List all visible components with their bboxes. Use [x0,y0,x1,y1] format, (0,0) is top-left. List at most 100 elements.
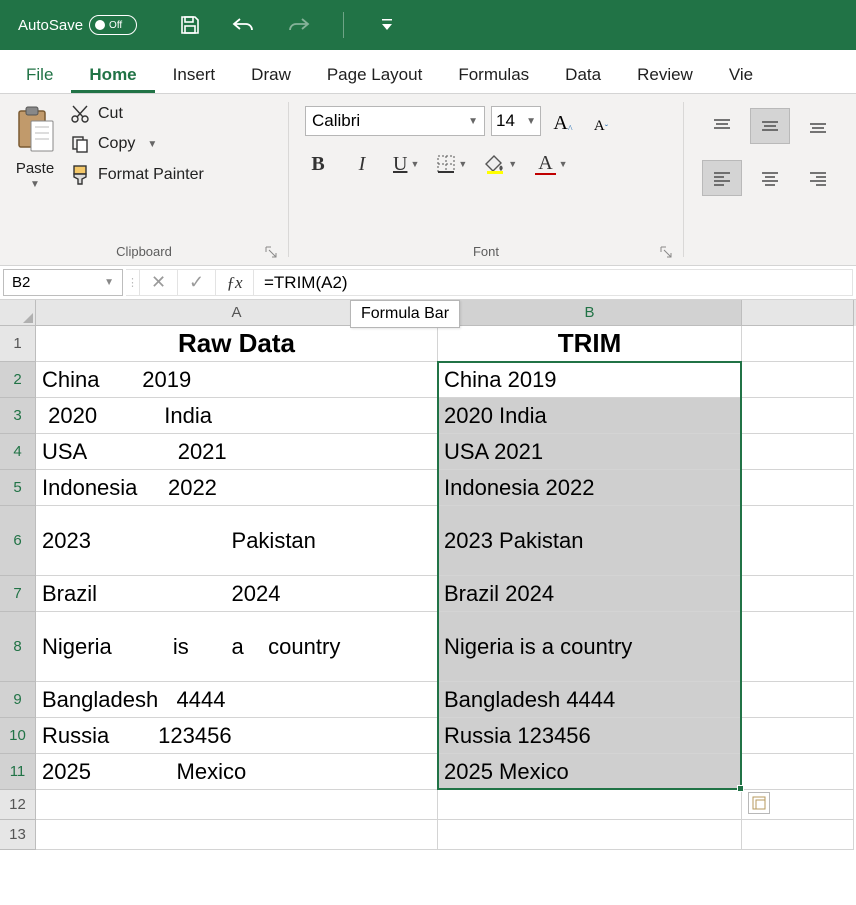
tab-draw[interactable]: Draw [233,55,309,93]
tab-file[interactable]: File [8,55,71,93]
cell[interactable] [742,434,854,470]
row-header[interactable]: 7 [0,576,36,612]
underline-button[interactable]: U▼ [393,150,419,178]
select-all-corner[interactable] [0,300,36,326]
cell[interactable]: 2023 Pakistan [438,506,742,576]
save-icon[interactable] [177,12,203,38]
cell[interactable]: Raw Data [36,326,438,362]
cell[interactable] [36,790,438,820]
cell[interactable]: USA 2021 [36,434,438,470]
bold-button[interactable]: B [305,150,331,178]
cell[interactable] [36,820,438,850]
font-launcher-icon[interactable] [659,245,673,259]
row-header[interactable]: 13 [0,820,36,850]
cell[interactable] [742,682,854,718]
cancel-icon[interactable]: ✕ [140,270,178,295]
align-top-button[interactable] [702,108,742,144]
tab-insert[interactable]: Insert [155,55,234,93]
cell[interactable]: USA 2021 [438,434,742,470]
align-center-button[interactable] [750,160,790,196]
redo-icon[interactable] [285,12,311,38]
cell[interactable]: Russia 123456 [438,718,742,754]
row-header[interactable]: 1 [0,326,36,362]
name-box[interactable]: B2 ▼ [3,269,123,296]
fx-icon[interactable]: ƒx [216,270,254,295]
tab-view[interactable]: Vie [711,55,771,93]
align-left-button[interactable] [702,160,742,196]
tab-home[interactable]: Home [71,55,154,93]
cell[interactable] [742,398,854,434]
row-header[interactable]: 9 [0,682,36,718]
cell[interactable] [742,326,854,362]
clipboard-launcher-icon[interactable] [264,245,278,259]
cell[interactable]: Bangladesh 4444 [438,682,742,718]
qat-customize-icon[interactable] [382,19,392,31]
cell[interactable] [742,470,854,506]
copy-dropdown-icon[interactable]: ▼ [147,139,157,150]
cell[interactable] [438,790,742,820]
cell[interactable] [742,576,854,612]
cell[interactable]: Nigeria is a country [438,612,742,682]
cell[interactable]: 2023 Pakistan [36,506,438,576]
cell[interactable] [742,612,854,682]
cell[interactable]: Brazil 2024 [36,576,438,612]
smart-tag-icon[interactable] [748,792,770,814]
paste-button[interactable]: Paste ▼ [8,100,66,240]
col-header-c[interactable] [742,300,854,326]
align-right-button[interactable] [798,160,838,196]
align-middle-button[interactable] [750,108,790,144]
cell[interactable]: Bangladesh 4444 [36,682,438,718]
tab-review[interactable]: Review [619,55,711,93]
cell[interactable]: Indonesia 2022 [36,470,438,506]
row-header[interactable]: 3 [0,398,36,434]
toggle-switch[interactable]: Off [89,15,137,35]
cell[interactable]: 2020 India [36,398,438,434]
decrease-font-button[interactable]: Aˇ [585,107,617,135]
row-header[interactable]: 5 [0,470,36,506]
fill-color-button[interactable]: ▼ [485,150,517,178]
row-header[interactable]: 6 [0,506,36,576]
formula-input[interactable]: =TRIM(A2) Formula Bar [254,269,853,296]
cell[interactable]: Nigeria is a country [36,612,438,682]
copy-button[interactable]: Copy ▼ [70,134,204,154]
cell[interactable]: 2025 Mexico [36,754,438,790]
italic-button[interactable]: I [349,150,375,178]
cell[interactable]: Brazil 2024 [438,576,742,612]
cut-button[interactable]: Cut [70,104,204,124]
align-bottom-button[interactable] [798,108,838,144]
cell[interactable]: China 2019 [438,362,742,398]
cell[interactable] [742,718,854,754]
cell[interactable] [742,362,854,398]
cell[interactable] [742,754,854,790]
paste-dropdown-icon[interactable]: ▼ [30,179,40,190]
row-header[interactable]: 10 [0,718,36,754]
cell[interactable]: TRIM [438,326,742,362]
font-size-select[interactable]: 14 ▼ [491,106,541,136]
font-name-select[interactable]: Calibri ▼ [305,106,485,136]
cell[interactable]: Russia 123456 [36,718,438,754]
tab-data[interactable]: Data [547,55,619,93]
row-header[interactable]: 11 [0,754,36,790]
cell[interactable]: 2025 Mexico [438,754,742,790]
enter-icon[interactable]: ✓ [178,270,216,295]
undo-icon[interactable] [231,12,257,38]
row-header[interactable]: 12 [0,790,36,820]
cell[interactable]: China 2019 [36,362,438,398]
spreadsheet-grid[interactable]: A B 1Raw DataTRIM2China 2019China 20193 … [0,300,856,850]
tab-formulas[interactable]: Formulas [440,55,547,93]
font-color-button[interactable]: A▼ [535,150,567,178]
cell[interactable] [438,820,742,850]
tab-page-layout[interactable]: Page Layout [309,55,440,93]
namebox-expand-icon[interactable]: ⋮ [126,270,140,295]
col-header-b[interactable]: B [438,300,742,326]
row-header[interactable]: 2 [0,362,36,398]
cell[interactable] [742,506,854,576]
row-header[interactable]: 8 [0,612,36,682]
borders-button[interactable]: ▼ [437,150,467,178]
increase-font-button[interactable]: A^ [547,107,579,135]
cell[interactable] [742,820,854,850]
row-header[interactable]: 4 [0,434,36,470]
autosave-toggle[interactable]: AutoSave Off [18,15,137,35]
cell[interactable]: 2020 India [438,398,742,434]
cell[interactable]: Indonesia 2022 [438,470,742,506]
